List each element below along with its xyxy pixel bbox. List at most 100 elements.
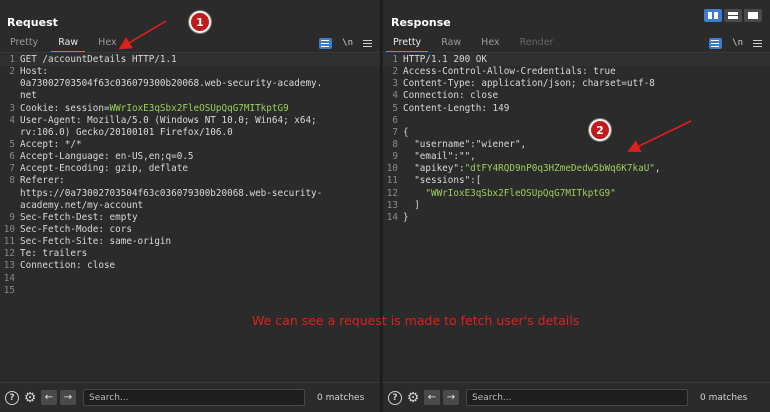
- request-panel: Request Pretty Raw Hex \n 1 GET /accountD…: [0, 0, 381, 412]
- code-line: 4 Connection: close: [383, 90, 770, 102]
- request-tab-raw[interactable]: Raw: [48, 36, 88, 53]
- gear-icon[interactable]: ⚙: [406, 390, 420, 406]
- code-line: academy.net/my-account: [0, 200, 380, 212]
- code-line: 2 Host:: [0, 66, 380, 78]
- response-tab-raw[interactable]: Raw: [431, 36, 471, 52]
- newline-toggle[interactable]: \n: [732, 38, 743, 48]
- line-value: "WWrIoxE3qSbx2FleOSUpQqG7MITkptG9": [425, 187, 616, 199]
- wrap-lines-icon[interactable]: [709, 37, 723, 49]
- line-content: HTTP/1.1 200 OK: [403, 54, 770, 67]
- line-content: {: [403, 126, 409, 138]
- forward-arrow-icon[interactable]: →: [60, 390, 76, 405]
- line-content: 0a73002703504f63c036079300b20068.web-sec…: [20, 78, 323, 90]
- request-tools: \n: [319, 35, 372, 51]
- line-content: GET /accountDetails HTTP/1.1: [20, 54, 380, 67]
- back-arrow-icon[interactable]: ←: [41, 390, 57, 405]
- line-content: rv:106.0) Gecko/20100101 Firefox/106.0: [20, 126, 233, 138]
- code-line: 5 Accept: */*: [0, 139, 380, 151]
- response-tools: \n: [709, 35, 762, 51]
- help-icon[interactable]: ?: [5, 390, 19, 405]
- line-number: 14: [386, 211, 398, 223]
- line-number: [0, 90, 20, 102]
- code-line: 3 Content-Type: application/json; charset…: [383, 78, 770, 90]
- line-content: [20, 285, 380, 297]
- single-pane-layout-icon[interactable]: [744, 9, 762, 22]
- line-content: Te: trailers: [20, 248, 88, 260]
- code-line: 15: [0, 285, 380, 297]
- request-tab-hex[interactable]: Hex: [88, 36, 126, 52]
- response-tab-pretty[interactable]: Pretty: [383, 36, 431, 53]
- response-tabs: Pretty Raw Hex Render: [383, 36, 563, 53]
- line-number: 4: [9, 114, 15, 126]
- line-number: 15: [3, 284, 15, 296]
- line-value: WWrIoxE3qSbx2FleOSUpQqG7MITkptG9: [109, 102, 289, 114]
- code-line: 7 Accept-Encoding: gzip, deflate: [0, 163, 380, 175]
- annotation-note: We can see a request is made to fetch us…: [252, 313, 580, 328]
- request-match-count: 0 matches: [317, 392, 365, 403]
- line-content: Cookie: session=WWrIoxE3qSbx2FleOSUpQqG7…: [20, 103, 380, 115]
- line-content: Content-Type: application/json; charset=…: [403, 78, 655, 90]
- response-tab-render: Render: [519, 37, 554, 48]
- help-icon[interactable]: ?: [388, 390, 402, 405]
- line-content: Access-Control-Allow-Credentials: true: [403, 66, 616, 78]
- line-content: [20, 273, 380, 285]
- request-tabs: Pretty Raw Hex: [0, 36, 127, 53]
- line-content: [403, 115, 770, 127]
- code-line: 11 Sec-Fetch-Site: same-origin: [0, 236, 380, 248]
- back-arrow-icon[interactable]: ←: [424, 390, 440, 405]
- gear-icon[interactable]: ⚙: [23, 390, 37, 406]
- request-search-bar: ? ⚙ ← → 0 matches: [0, 382, 380, 412]
- request-search-input[interactable]: [83, 389, 305, 406]
- line-content: "apikey":"dtFY4RQD9nP0q3HZmeDedw5bWq6K7k…: [403, 163, 770, 175]
- code-line: 8 Referer:: [0, 175, 380, 187]
- menu-icon[interactable]: [363, 39, 372, 47]
- wrap-lines-icon[interactable]: [319, 37, 333, 49]
- line-number: [0, 127, 20, 139]
- line-key: "apikey":: [403, 163, 465, 175]
- response-search-input[interactable]: [466, 389, 688, 406]
- line-content: "email":"",: [403, 151, 476, 163]
- code-line: 9 Sec-Fetch-Dest: empty: [0, 212, 380, 224]
- code-line: https://0a73002703504f63c036079300b20068…: [0, 188, 380, 200]
- line-number: [0, 200, 20, 212]
- side-by-side-layout-icon[interactable]: [704, 9, 722, 22]
- line-number: 7: [9, 163, 15, 175]
- code-line: 10 Sec-Fetch-Mode: cors: [0, 224, 380, 236]
- layout-buttons: [704, 9, 762, 22]
- stacked-layout-icon[interactable]: [724, 9, 742, 22]
- line-content: Sec-Fetch-Dest: empty: [20, 211, 138, 223]
- line-content: "WWrIoxE3qSbx2FleOSUpQqG7MITkptG9": [403, 188, 770, 200]
- code-line: 14}: [383, 212, 770, 224]
- line-number: 5: [392, 102, 398, 114]
- request-tab-pretty[interactable]: Pretty: [0, 36, 48, 52]
- line-value: "dtFY4RQD9nP0q3HZmeDedw5bWq6K7kaU": [464, 163, 655, 175]
- line-content: Connection: close: [403, 90, 499, 102]
- menu-icon[interactable]: [753, 39, 762, 47]
- code-line: 3 Cookie: session=WWrIoxE3qSbx2FleOSUpQqG…: [0, 103, 380, 115]
- code-line: rv:106.0) Gecko/20100101 Firefox/106.0: [0, 127, 380, 139]
- line-key: Cookie: session=: [20, 102, 110, 114]
- code-line: 2 Access-Control-Allow-Credentials: true: [383, 66, 770, 78]
- forward-arrow-icon[interactable]: →: [443, 390, 459, 405]
- response-panel: Response Pretty Raw Hex Render \n 1 HTTP/…: [383, 0, 770, 412]
- line-content: Content-Length: 149: [403, 102, 510, 114]
- line-number: 9: [392, 151, 398, 163]
- newline-toggle[interactable]: \n: [342, 38, 353, 48]
- line-number: 13: [3, 260, 15, 272]
- line-number: 12: [386, 187, 398, 199]
- line-content: Sec-Fetch-Site: same-origin: [20, 236, 172, 248]
- code-line: 12 "WWrIoxE3qSbx2FleOSUpQqG7MITkptG9": [383, 188, 770, 200]
- code-line: 7{: [383, 127, 770, 139]
- response-tab-hex[interactable]: Hex: [471, 36, 509, 52]
- code-line: 14: [0, 273, 380, 285]
- code-line: 0a73002703504f63c036079300b20068.web-sec…: [0, 78, 380, 90]
- line-tail: ,: [654, 163, 661, 175]
- response-editor[interactable]: 1 HTTP/1.1 200 OK 2 Access-Control-Allow-Cr…: [383, 54, 770, 382]
- code-line: 9 "email":"",: [383, 151, 770, 163]
- code-line: 4 User-Agent: Mozilla/5.0 (Windows NT 10.…: [0, 115, 380, 127]
- line-content: Host:: [20, 66, 48, 78]
- request-editor[interactable]: 1 GET /accountDetails HTTP/1.1 2 Host: 0a730…: [0, 54, 380, 382]
- line-number: 9: [9, 211, 15, 223]
- code-line: net: [0, 90, 380, 102]
- line-number: [0, 188, 20, 200]
